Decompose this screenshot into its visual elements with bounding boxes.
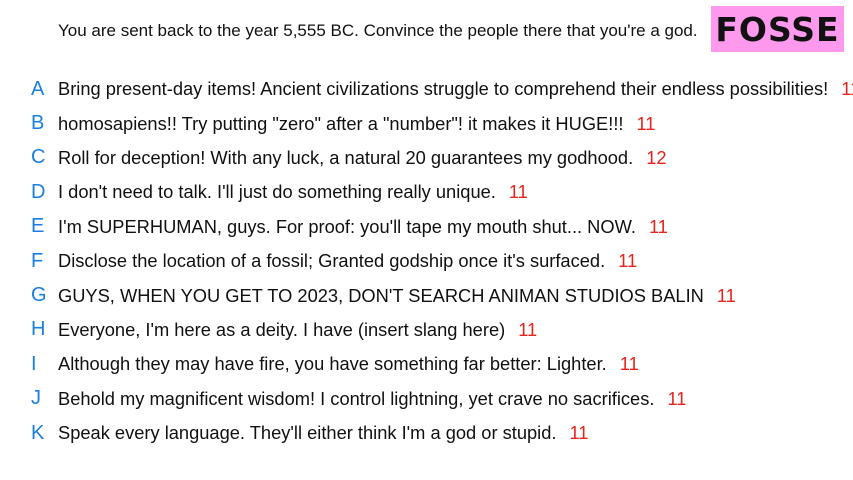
answer-score: 11 <box>841 78 853 100</box>
answer-option-k[interactable]: K Speak every language. They'll either t… <box>0 416 853 450</box>
answer-score: 11 <box>518 318 538 340</box>
answer-letter: A <box>31 77 45 100</box>
answer-text: GUYS, WHEN YOU GET TO 2023, DON'T SEARCH… <box>58 284 704 306</box>
answer-text: Roll for deception! With any luck, a nat… <box>58 146 634 168</box>
answer-score: 11 <box>569 422 589 444</box>
answer-score: 11 <box>648 215 668 237</box>
answer-option-e[interactable]: E I'm SUPERHUMAN, guys. For proof: you'l… <box>0 210 853 244</box>
answer-letter: D <box>31 180 46 203</box>
answer-option-j[interactable]: J Behold my magnificent wisdom! I contro… <box>0 382 853 416</box>
answer-text: homosapiens!! Try putting "zero" after a… <box>58 112 624 134</box>
answer-letter: J <box>31 387 41 410</box>
answer-option-g[interactable]: G GUYS, WHEN YOU GET TO 2023, DON'T SEAR… <box>0 278 853 312</box>
answer-letter: G <box>31 284 47 307</box>
answer-option-f[interactable]: F Disclose the location of a fossil; Gra… <box>0 244 853 278</box>
answer-score: 11 <box>716 284 736 306</box>
answer-text: I don't need to talk. I'll just do somet… <box>58 181 496 203</box>
answer-letter: B <box>31 112 45 135</box>
answer-option-a[interactable]: A Bring present-day items! Ancient civil… <box>0 72 853 106</box>
answer-score: 11 <box>667 387 687 409</box>
answer-option-d[interactable]: D I don't need to talk. I'll just do som… <box>0 175 853 209</box>
answer-letter: K <box>31 421 45 444</box>
answer-letter: C <box>31 146 46 169</box>
answer-option-c[interactable]: C Roll for deception! With any luck, a n… <box>0 141 853 175</box>
answer-text: Everyone, I'm here as a deity. I have (i… <box>58 318 506 340</box>
answer-text: I'm SUPERHUMAN, guys. For proof: you'll … <box>58 215 636 237</box>
answer-letter: I <box>31 352 37 375</box>
answer-text: Although they may have fire, you have so… <box>58 353 607 375</box>
answer-letter: E <box>31 215 45 238</box>
answer-option-h[interactable]: H Everyone, I'm here as a deity. I have … <box>0 313 853 347</box>
answer-option-b[interactable]: B homosapiens!! Try putting "zero" after… <box>0 106 853 140</box>
answer-text: Behold my magnificent wisdom! I control … <box>58 387 655 409</box>
answer-score: 11 <box>508 181 528 203</box>
answer-score: 11 <box>618 250 638 272</box>
answer-score: 11 <box>636 112 656 134</box>
answer-score: 11 <box>619 353 639 375</box>
question-prompt: You are sent back to the year 5,555 BC. … <box>58 21 698 40</box>
player-name-badge: FOSSE <box>711 6 844 52</box>
answer-text: Disclose the location of a fossil; Grant… <box>58 250 606 272</box>
answer-score: 12 <box>646 146 667 168</box>
answer-text: Bring present-day items! Ancient civiliz… <box>58 78 829 100</box>
answer-option-i[interactable]: I Although they may have fire, you have … <box>0 347 853 381</box>
answer-letter: H <box>31 318 46 341</box>
answer-letter: F <box>31 249 44 272</box>
answer-text: Speak every language. They'll either thi… <box>58 422 557 444</box>
answer-list: A Bring present-day items! Ancient civil… <box>0 72 853 450</box>
